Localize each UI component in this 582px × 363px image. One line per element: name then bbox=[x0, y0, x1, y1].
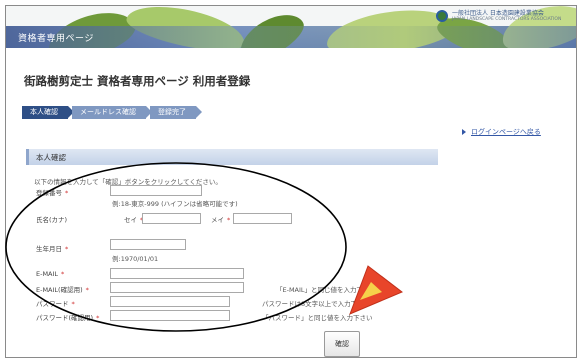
step-identity-check: 本人確認 bbox=[22, 106, 74, 119]
password-hint: パスワードは8文字以上で入力下さい bbox=[262, 300, 371, 308]
organization-subtitle: JAPAN LANDSCAPE CONTRACTORS ASSOCIATION bbox=[452, 17, 562, 22]
back-to-login-label[interactable]: ログインページへ戻る bbox=[471, 128, 541, 136]
back-to-login-link[interactable]: ログインページへ戻る bbox=[462, 127, 541, 137]
header-banner: 資格者専用ページ 一般社団法人 日本造園建設業協会 JAPAN LANDSCAP… bbox=[6, 6, 576, 48]
sei-label: セイ* bbox=[124, 214, 143, 224]
birthdate-input[interactable] bbox=[110, 239, 186, 250]
required-mark: * bbox=[61, 270, 65, 278]
name-kana-label: 氏名(カナ) bbox=[36, 216, 68, 224]
organization-logo-icon[interactable] bbox=[436, 10, 448, 22]
password-label: パスワード * bbox=[36, 300, 75, 308]
required-mark: * bbox=[227, 216, 231, 224]
email-confirm-label: E-MAIL(確認用) * bbox=[36, 286, 89, 294]
section-header-bar bbox=[26, 149, 438, 165]
section-title: 本人確認 bbox=[36, 153, 66, 162]
birthdate-label: 生年月日 * bbox=[36, 245, 69, 253]
password-confirm-hint: 「パスワード」と同じ値を入力下さい bbox=[262, 314, 373, 322]
required-mark: * bbox=[65, 189, 69, 197]
mei-label: メイ * bbox=[211, 216, 231, 224]
password-confirm-input[interactable] bbox=[110, 310, 230, 321]
birthdate-hint: 例:1970/01/01 bbox=[112, 255, 159, 263]
reg-number-input[interactable] bbox=[110, 185, 202, 196]
step-email-confirm: メールドレス確認 bbox=[72, 106, 152, 119]
email-confirm-input[interactable] bbox=[110, 282, 244, 293]
page-title: 街路樹剪定士 資格者専用ページ 利用者登録 bbox=[24, 74, 251, 88]
email-label: E-MAIL * bbox=[36, 270, 65, 278]
email-input[interactable] bbox=[110, 268, 244, 279]
reg-number-label: 登録番号 * bbox=[36, 189, 69, 197]
password-input[interactable] bbox=[110, 296, 230, 307]
browser-frame: 資格者専用ページ 一般社団法人 日本造園建設業協会 JAPAN LANDSCAP… bbox=[5, 5, 577, 358]
step-registration-complete: 登録完了 bbox=[150, 106, 202, 119]
banner-label: 資格者専用ページ bbox=[18, 34, 94, 44]
required-mark: * bbox=[71, 300, 75, 308]
organization-name[interactable]: 一般社団法人 日本造園建設業協会 bbox=[452, 10, 544, 17]
password-confirm-label: パスワード(確認用) * bbox=[36, 314, 100, 322]
confirm-button[interactable]: 確認 bbox=[324, 331, 360, 357]
progress-steps: 本人確認 メールドレス確認 登録完了 bbox=[22, 106, 202, 119]
required-mark: * bbox=[65, 245, 69, 253]
required-mark: * bbox=[85, 286, 89, 294]
sei-input[interactable] bbox=[142, 213, 201, 224]
required-mark: * bbox=[96, 314, 100, 322]
email-confirm-hint: 「E-MAIL」と同じ値を入力下さい bbox=[276, 286, 377, 294]
reg-number-hint: 例:18-東京-999 (ハイフンは省略可能です) bbox=[112, 200, 238, 208]
mei-input[interactable] bbox=[233, 213, 292, 224]
triangle-right-icon bbox=[462, 129, 466, 135]
